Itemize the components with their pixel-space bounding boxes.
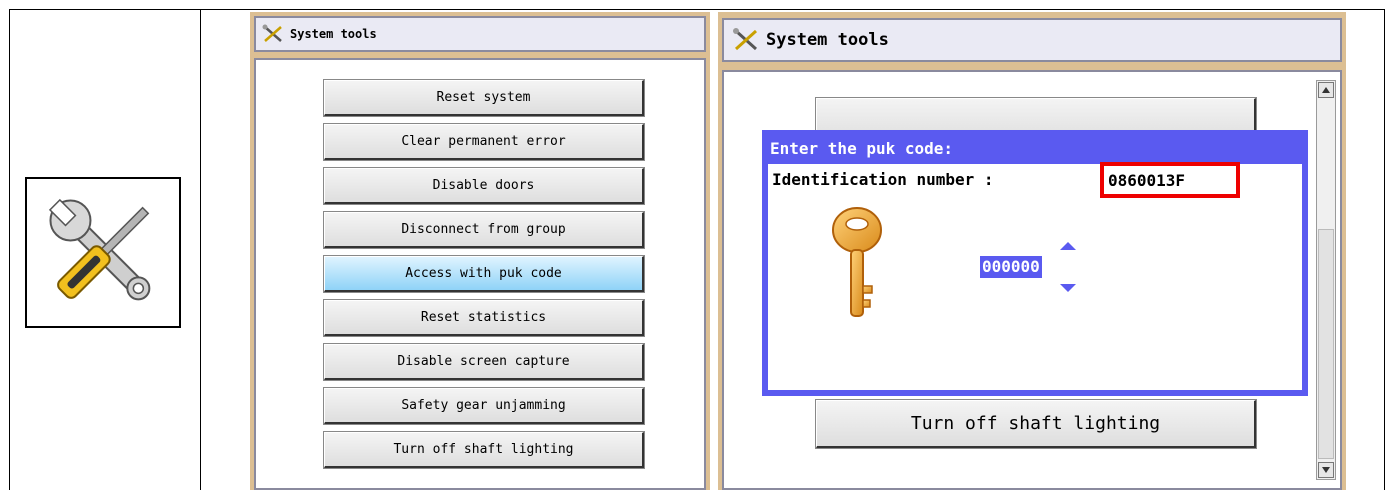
disconnect-from-group-button[interactable]: Disconnect from group bbox=[323, 211, 645, 249]
turn-off-shaft-lighting-button[interactable]: Turn off shaft lighting bbox=[815, 399, 1257, 449]
safety-gear-unjamming-button[interactable]: Safety gear unjamming bbox=[323, 387, 645, 425]
table-right-border bbox=[1384, 9, 1385, 490]
system-tools-puk-panel: System tools Turn off shaft lighting Ent… bbox=[718, 12, 1346, 490]
scrollbar-thumb[interactable] bbox=[1318, 229, 1334, 459]
puk-content: Turn off shaft lighting Enter the puk co… bbox=[722, 70, 1342, 490]
title-bar: System tools bbox=[254, 16, 706, 52]
reset-statistics-button[interactable]: Reset statistics bbox=[323, 299, 645, 337]
disable-screen-capture-button[interactable]: Disable screen capture bbox=[323, 343, 645, 381]
scrollbar[interactable] bbox=[1316, 80, 1336, 480]
scroll-up-arrow[interactable] bbox=[1318, 82, 1334, 98]
triangle-up-icon bbox=[1322, 87, 1330, 93]
identification-number-value: 0860013F bbox=[1100, 162, 1240, 198]
tools-icon bbox=[25, 177, 181, 328]
menu-list: Reset system Clear permanent error Disab… bbox=[254, 58, 706, 490]
key-icon bbox=[832, 207, 882, 317]
dialog-body: Identification number : 0860013F 000000 bbox=[768, 162, 1302, 390]
decrement-arrow[interactable] bbox=[1060, 284, 1076, 292]
triangle-down-icon bbox=[1322, 467, 1330, 473]
table-divider bbox=[200, 9, 201, 490]
panel-title: System tools bbox=[290, 27, 377, 41]
puk-code-dialog: Enter the puk code: Identification numbe… bbox=[762, 130, 1308, 396]
tools-icon bbox=[262, 24, 282, 42]
system-tools-menu-panel: System tools Reset system Clear permanen… bbox=[250, 12, 710, 490]
scroll-down-arrow[interactable] bbox=[1318, 462, 1334, 478]
identification-number-label: Identification number : bbox=[772, 170, 994, 189]
tools-icon bbox=[733, 28, 758, 51]
puk-code-input[interactable]: 000000 bbox=[980, 256, 1042, 278]
disable-doors-button[interactable]: Disable doors bbox=[323, 167, 645, 205]
title-bar: System tools bbox=[722, 18, 1342, 62]
table-left-border bbox=[9, 9, 10, 490]
turn-off-shaft-lighting-button[interactable]: Turn off shaft lighting bbox=[323, 431, 645, 469]
table-top-border bbox=[9, 9, 1385, 10]
dialog-title: Enter the puk code: bbox=[770, 139, 954, 158]
increment-arrow[interactable] bbox=[1060, 242, 1076, 250]
access-with-puk-code-button[interactable]: Access with puk code bbox=[323, 255, 645, 293]
clear-permanent-error-button[interactable]: Clear permanent error bbox=[323, 123, 645, 161]
reset-system-button[interactable]: Reset system bbox=[323, 79, 645, 117]
panel-title: System tools bbox=[766, 30, 889, 50]
